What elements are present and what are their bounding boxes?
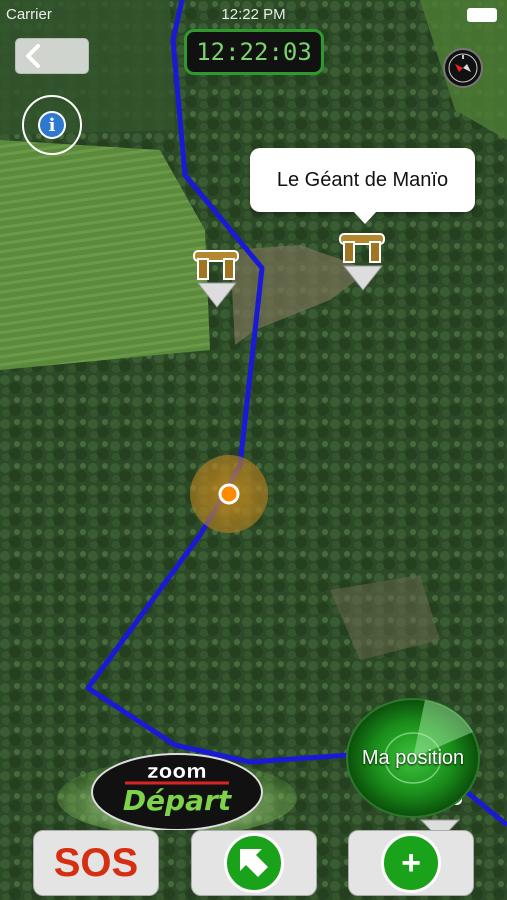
info-button[interactable]: i	[22, 95, 82, 155]
sos-button[interactable]: SOS	[33, 830, 159, 896]
poi-marker-geant-de-manio[interactable]	[338, 230, 388, 294]
status-bar: Carrier 12:22 PM	[0, 0, 507, 30]
status-time: 12:22 PM	[221, 6, 286, 23]
navigate-button[interactable]	[191, 830, 317, 896]
callout-title: Le Géant de Manïo	[276, 168, 449, 191]
dolmen-icon	[339, 233, 385, 291]
timer-value: 12:22:03	[196, 38, 312, 66]
zoom-start-button[interactable]: zoom Départ	[55, 750, 300, 836]
elapsed-timer: 12:22:03	[184, 29, 324, 75]
poi-marker-dolmen[interactable]	[192, 247, 242, 311]
zoom-start-graphic: zoom Départ	[57, 753, 297, 836]
info-icon: i	[38, 111, 66, 139]
chevron-left-icon	[26, 44, 40, 68]
compass-button[interactable]	[443, 48, 483, 88]
sos-label: SOS	[53, 840, 139, 885]
satellite-map[interactable]: Carrier 12:22 PM 12:22:03 i Le Géant de …	[0, 0, 507, 900]
compass-icon	[448, 53, 478, 83]
depart-label: Départ	[123, 784, 233, 817]
zoom-label: zoom	[147, 759, 207, 783]
add-symbol: +	[401, 844, 421, 882]
navigate-icon-circle	[224, 833, 284, 893]
arrow-icon	[240, 849, 268, 877]
add-button[interactable]: +	[348, 830, 474, 896]
current-location-dot	[218, 483, 240, 505]
my-position-button[interactable]: Ma position	[345, 697, 481, 819]
back-button[interactable]	[15, 38, 89, 74]
dolmen-icon	[193, 250, 239, 308]
poi-callout[interactable]: Le Géant de Manïo	[250, 148, 475, 224]
my-position-label: Ma position	[361, 747, 465, 769]
battery-icon	[467, 8, 497, 22]
plus-icon: +	[381, 833, 441, 893]
